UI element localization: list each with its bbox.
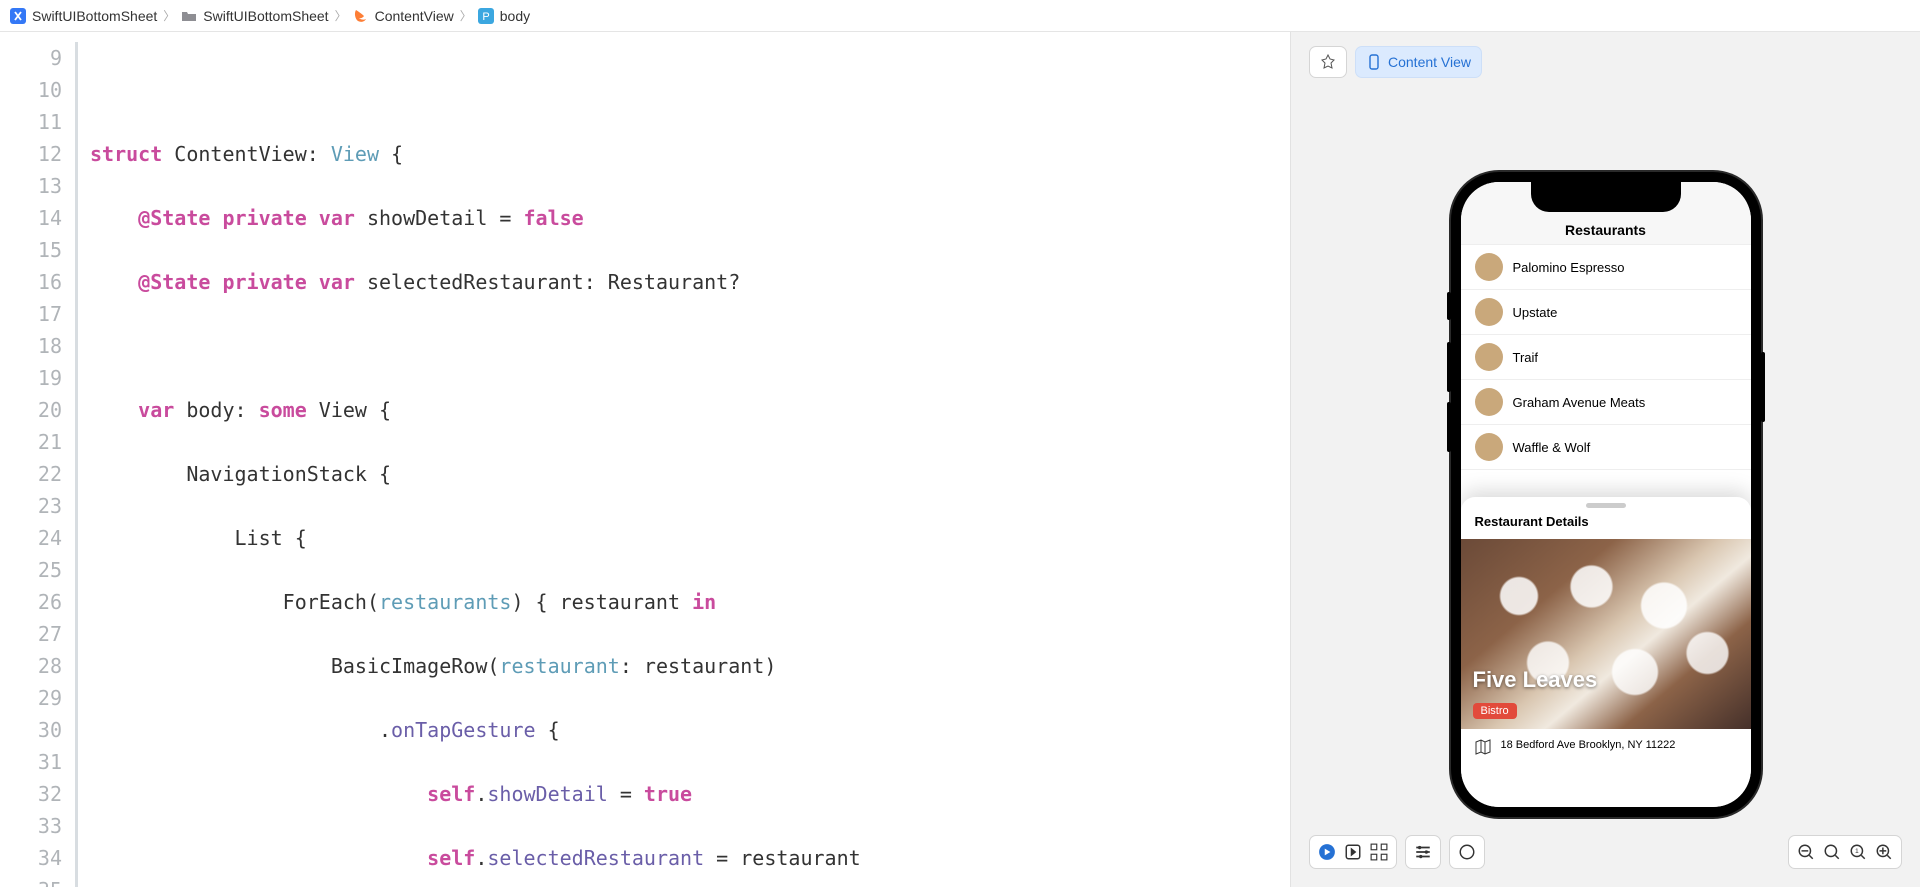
variants-icon[interactable] [1370,843,1388,861]
list-item[interactable]: Waffle & Wolf [1461,425,1751,470]
line-gutter: 9101112131415161718192021222324252627282… [0,32,72,887]
thumbnail-icon [1475,343,1503,371]
property-icon: P [478,8,494,24]
phone-icon [1366,54,1382,70]
svg-text:P: P [482,11,489,23]
zoom-actual-icon[interactable]: 1 [1849,843,1867,861]
breadcrumb[interactable]: SwiftUIBottomSheet 〉 SwiftUIBottomSheet … [0,0,1920,32]
app-icon [10,8,26,24]
code-area[interactable]: struct ContentView: View { @State privat… [82,32,1290,887]
content-view-pill[interactable]: Content View [1355,46,1482,78]
address-text: 18 Bedford Ave Brooklyn, NY 11222 [1501,739,1676,751]
swift-file-icon [353,8,369,24]
breadcrumb-symbol[interactable]: body [500,8,530,24]
thumbnail-icon [1475,433,1503,461]
restaurant-list[interactable]: Palomino Espresso Upstate Traif Graham A… [1461,245,1751,470]
grabber-handle[interactable] [1586,503,1626,508]
map-icon [1475,739,1491,755]
device-preview: Restaurants Palomino Espresso Upstate Tr… [1451,172,1761,817]
selectable-icon[interactable] [1344,843,1362,861]
folder-icon [181,8,197,24]
breadcrumb-folder[interactable]: SwiftUIBottomSheet [203,8,328,24]
thumbnail-icon [1475,253,1503,281]
thumbnail-icon [1475,388,1503,416]
list-item[interactable]: Graham Avenue Meats [1461,380,1751,425]
zoom-fit-icon[interactable] [1823,843,1841,861]
device-settings-button[interactable] [1405,835,1441,869]
play-icon[interactable] [1318,843,1336,861]
zoom-controls[interactable]: 1 [1788,835,1902,869]
preview-panel: Content View Restaurants Palomino Espres… [1290,32,1920,887]
code-editor[interactable]: 9101112131415161718192021222324252627282… [0,32,1290,887]
accessibility-button[interactable] [1449,835,1485,869]
sheet-hero-image: Five Leaves Bistro [1461,539,1751,729]
pin-button[interactable] [1309,46,1347,78]
svg-text:1: 1 [1855,848,1859,855]
zoom-in-icon[interactable] [1875,843,1893,861]
category-badge: Bistro [1473,703,1517,719]
chevron-right-icon: 〉 [163,7,175,24]
chevron-right-icon: 〉 [460,7,472,24]
content-view-label: Content View [1388,54,1471,70]
restaurant-name: Five Leaves [1473,667,1598,693]
fold-ribbon [72,32,82,887]
list-item[interactable]: Traif [1461,335,1751,380]
breadcrumb-project[interactable]: SwiftUIBottomSheet [32,8,157,24]
list-item[interactable]: Palomino Espresso [1461,245,1751,290]
preview-controls-group[interactable] [1309,835,1397,869]
notch [1531,182,1681,212]
pin-icon [1320,54,1336,70]
thumbnail-icon [1475,298,1503,326]
sliders-icon [1414,843,1432,861]
circle-icon [1458,843,1476,861]
chevron-right-icon: 〉 [335,7,347,24]
sheet-title: Restaurant Details [1461,514,1751,539]
zoom-out-icon[interactable] [1797,843,1815,861]
breadcrumb-file[interactable]: ContentView [375,8,454,24]
bottom-sheet[interactable]: Restaurant Details Five Leaves Bistro 18… [1461,497,1751,807]
list-item[interactable]: Upstate [1461,290,1751,335]
